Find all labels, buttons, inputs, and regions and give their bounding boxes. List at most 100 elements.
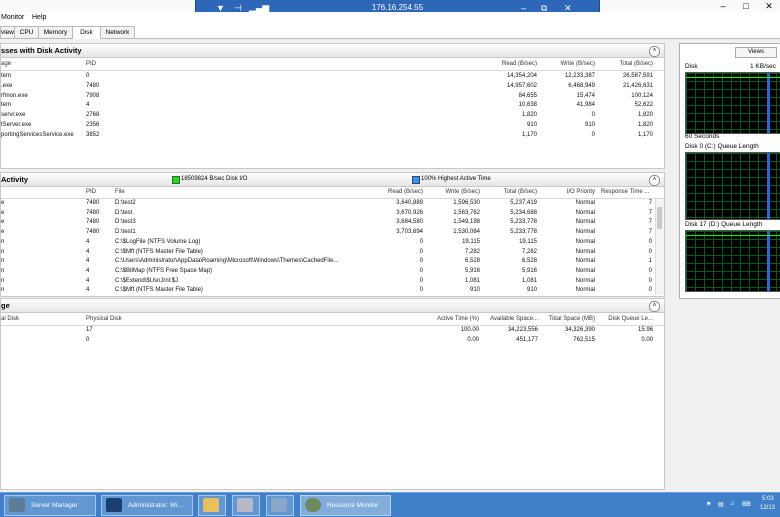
cell-response: 1 [648, 258, 652, 265]
processes-column-header: age PID Read (B/sec) Write (B/sec) Total… [1, 60, 664, 71]
cell-available: 451,177 [516, 337, 538, 343]
collapse-icon[interactable]: ˄ [649, 175, 660, 186]
col-pid[interactable]: PID [86, 189, 96, 195]
scrollbar-thumb[interactable] [657, 207, 662, 229]
table-row[interactable]: rfmon.exe 7908 84,655 15,474 100,124 [1, 92, 653, 102]
cell-image: rfmon.exe [1, 92, 28, 99]
cell-response: 7 [648, 200, 652, 206]
tab-network[interactable]: Network [100, 26, 135, 38]
taskbar-server-manager[interactable]: Server Manager [4, 495, 96, 516]
col-logical-disk[interactable]: al Disk [1, 316, 19, 322]
col-active-time[interactable]: Active Time (%) [421, 316, 479, 322]
cell-response: 0 [648, 277, 652, 284]
table-row[interactable]: n 4 C:\$Mft (NTFS Master File Table) 0 910 91… [1, 287, 653, 296]
clock-date[interactable]: 12/13 [760, 505, 775, 511]
cell-read: 0 [419, 277, 423, 284]
cell-pid: 4 [86, 238, 90, 245]
cell-total: 762,515 [573, 337, 595, 343]
table-row[interactable]: tem 4 10,638 41,984 52,622 [1, 102, 653, 111]
cell-read: 1,170 [521, 131, 537, 138]
processes-header[interactable]: sses with Disk Activity ˄ [1, 44, 664, 58]
col-total[interactable]: Total (B/sec) [591, 61, 653, 67]
maximize-button[interactable]: □ [735, 0, 757, 12]
cell-read: 3,670,926 [396, 209, 423, 216]
table-row[interactable]: n 4 C:\Users\Administrator\AppData\Roaming… [1, 258, 653, 267]
col-response-time[interactable]: Response Time ... [601, 189, 649, 195]
col-total-space[interactable]: Total Space (MB) [541, 316, 595, 322]
tray-network-icon[interactable]: ▤ [718, 501, 724, 508]
disk-activity-header[interactable]: Activity 18509824 B/sec Disk I/O 100% Hi… [1, 173, 664, 187]
tab-cpu[interactable]: CPU [14, 26, 39, 38]
table-row[interactable]: n 4 C:\$BitMap (NTFS Free Space Map) 0 5,916… [1, 268, 653, 277]
cell-image: n [1, 248, 5, 255]
taskbar-network[interactable] [266, 495, 294, 516]
cell-available: 34,223,556 [507, 327, 538, 333]
table-row[interactable]: n 4 C:\$Extend\$UsnJrnl:$J 0 1,081 1,081 Norma… [1, 278, 653, 287]
taskbar-administrator[interactable]: Administrator: Wi... [101, 495, 193, 516]
cell-total: 910 [526, 287, 537, 294]
tray-keyboard-icon[interactable]: ⌨ [742, 501, 751, 508]
menu-monitor[interactable]: Monitor [1, 14, 24, 21]
table-row[interactable]: servr.exe 2768 1,820 0 1,820 [1, 112, 653, 121]
taskbar-resource-monitor[interactable]: Resource Monitor [300, 495, 391, 516]
col-image[interactable]: age [1, 61, 11, 67]
cell-read: 0 [419, 248, 423, 255]
collapse-icon[interactable]: ˄ [649, 46, 660, 57]
table-row[interactable]: 0 0.00 451,177 762,515 0.00 [1, 337, 653, 346]
col-disk-queue[interactable]: Disk Queue Le... [597, 316, 653, 322]
table-row[interactable]: portingServicesService.exe 3852 1,170 0 1,17… [1, 131, 653, 141]
cell-active: 100.00 [460, 327, 479, 333]
cell-image: .exe [1, 82, 13, 89]
close-button[interactable]: ✕ [758, 0, 780, 12]
cell-write: 12,233,387 [564, 73, 595, 79]
menu-help[interactable]: Help [32, 14, 46, 21]
activity-scrollbar[interactable] [655, 199, 664, 295]
cell-write: 41,984 [576, 102, 595, 109]
cell-image: e [1, 200, 5, 206]
collapse-icon[interactable]: ˄ [649, 301, 660, 312]
cell-write: 5,916 [464, 267, 480, 274]
storage-header[interactable]: ge ˄ [1, 299, 664, 313]
table-row[interactable]: e 7480 D:\test3 3,684,580 1,549,198 5,233,778… [1, 219, 653, 228]
col-file[interactable]: File [115, 189, 125, 195]
col-pid[interactable]: PID [86, 61, 96, 67]
table-row[interactable]: tem 0 14,354,204 12,233,387 26,587,591 [1, 73, 653, 82]
remote-ip: 176.16.254.55 [371, 3, 424, 12]
tab-overview[interactable]: view [0, 26, 15, 38]
table-row[interactable]: 17 100.00 34,223,556 34,326,390 15.96 [1, 327, 653, 336]
cell-read: 3,684,580 [396, 219, 423, 226]
table-row[interactable]: n 4 C:\$LogFile (NTFS Volume Log) 0 19,115 19… [1, 239, 653, 248]
table-row[interactable]: e 7480 D:\test2 3,640,889 1,596,530 5,237,419… [1, 200, 653, 209]
taskbar-tool[interactable] [232, 495, 260, 516]
table-row[interactable]: e 7480 D:\test1 3,703,694 1,530,084 5,233,778… [1, 229, 653, 238]
views-button[interactable]: Views [735, 47, 777, 58]
cell-total: 100,124 [631, 92, 653, 99]
table-row[interactable]: tServer.exe 2356 910 910 1,820 [1, 122, 653, 131]
cell-image: n [1, 267, 5, 274]
col-read[interactable]: Read (B/sec) [371, 189, 423, 195]
col-total[interactable]: Total (B/sec) [485, 189, 537, 195]
table-row[interactable]: e 7480 D:\test 3,670,926 1,563,762 5,234,688 N… [1, 210, 653, 219]
col-read[interactable]: Read (B/sec) [471, 61, 537, 67]
tab-disk[interactable]: Disk [72, 26, 101, 39]
tray-volume-icon[interactable]: ♫ [730, 501, 735, 507]
tab-memory[interactable]: Memory [38, 26, 73, 38]
tray-flag-icon[interactable]: ⚑ [706, 501, 711, 508]
cell-write: 1,081 [464, 277, 480, 284]
col-io-priority[interactable]: I/O Priority [549, 189, 595, 195]
taskbar-file-explorer[interactable] [198, 495, 226, 516]
clock-time[interactable]: 5:03 [762, 496, 774, 502]
col-available-space[interactable]: Available Space... [481, 316, 538, 322]
col-write[interactable]: Write (B/sec) [429, 189, 480, 195]
powershell-icon [106, 498, 122, 512]
disk-graph-scale: 1 KB/sec [750, 63, 777, 70]
minimize-button[interactable]: – [712, 0, 734, 12]
cell-total: 26,587,591 [622, 73, 653, 79]
col-write[interactable]: Write (B/sec) [531, 61, 595, 67]
cell-file: D:\test2 [115, 200, 136, 206]
table-row[interactable]: .exe 7480 14,957,602 6,468,949 21,426,631 [1, 82, 653, 92]
table-row[interactable]: n 4 C:\$Mft (NTFS Master File Table) 0 7,282… [1, 249, 653, 258]
processes-title: sses with Disk Activity [1, 46, 82, 55]
col-physical-disk[interactable]: Physical Disk [86, 316, 122, 322]
storage-panel: ge ˄ al Disk Physical Disk Active Time (… [0, 298, 665, 490]
